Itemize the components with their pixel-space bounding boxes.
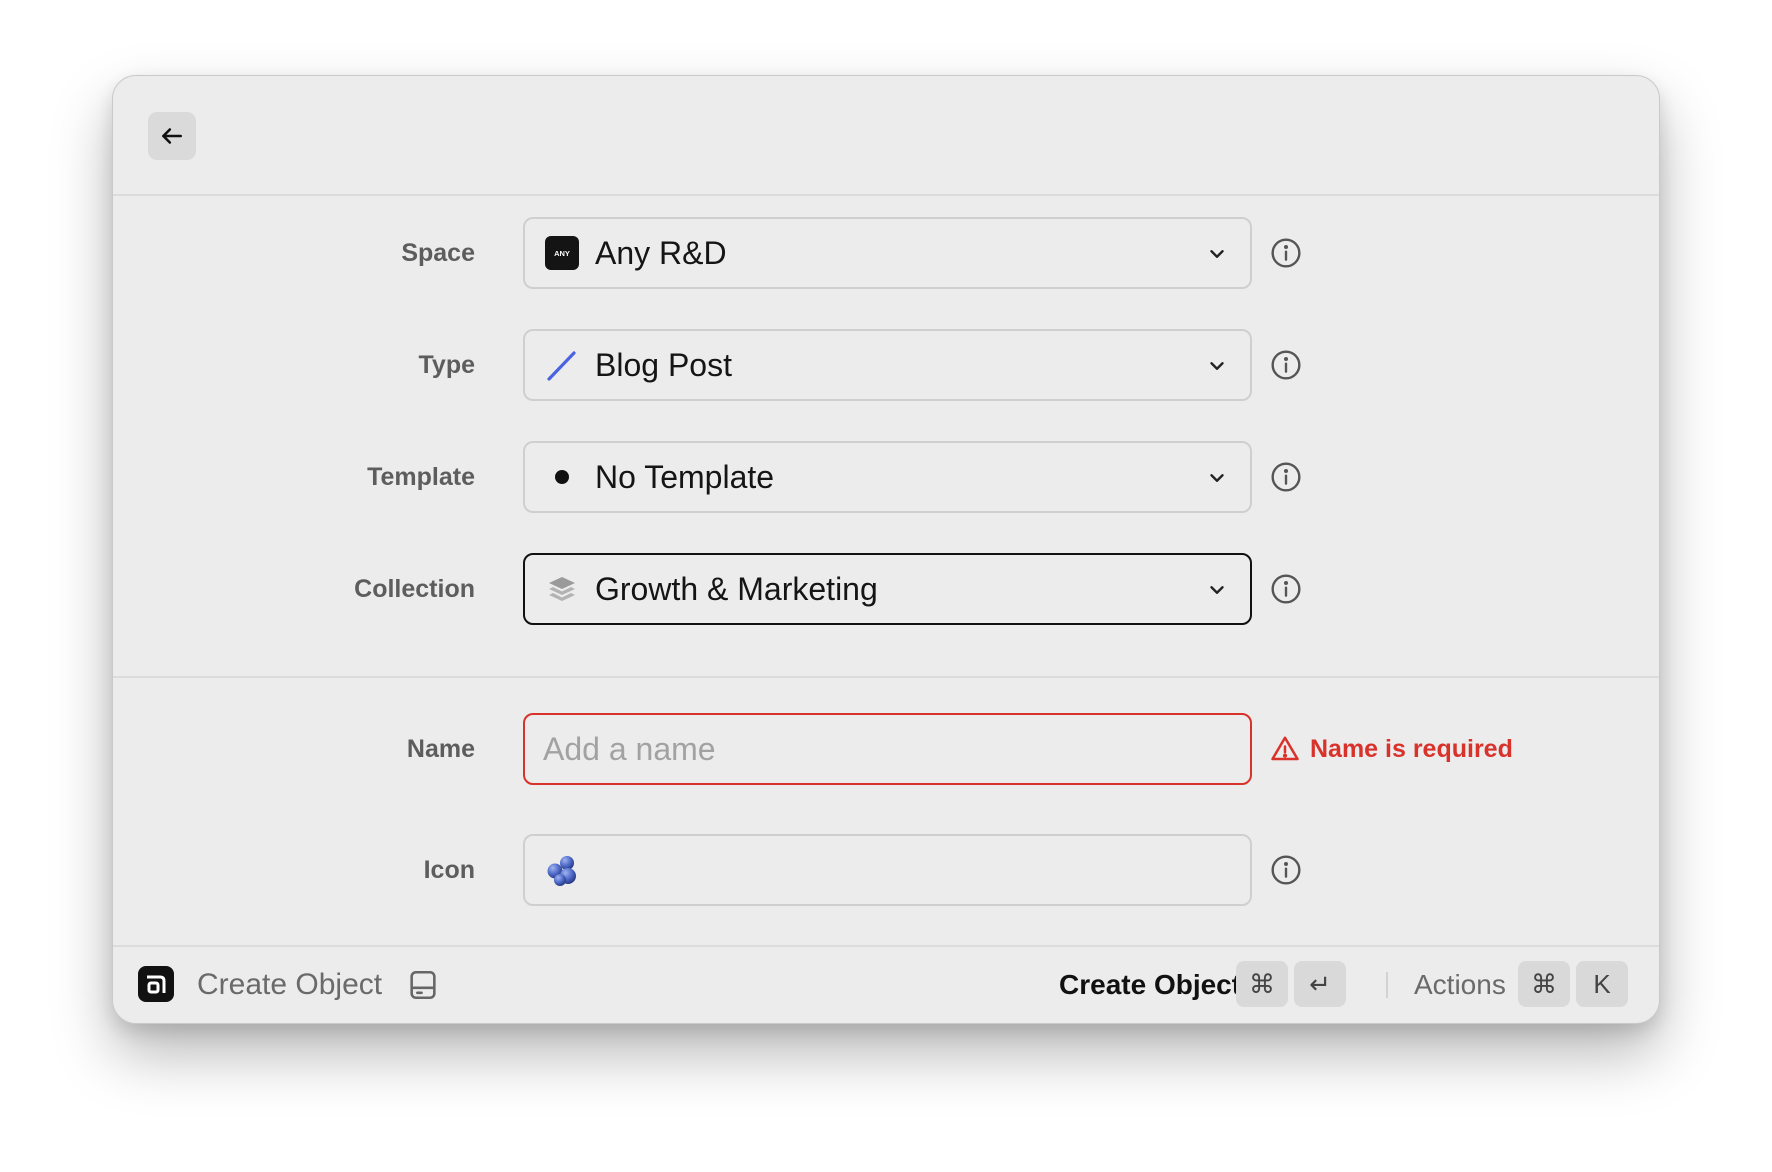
space-badge-text: ANY bbox=[554, 249, 570, 258]
arrow-left-icon bbox=[162, 128, 182, 144]
kbd-enter: ↵ bbox=[1294, 961, 1346, 1007]
template-row: Template No Template bbox=[113, 441, 1659, 513]
footer-separator bbox=[1386, 972, 1388, 998]
space-badge-icon: ANY bbox=[543, 234, 581, 272]
blueberries-icon bbox=[543, 851, 581, 889]
chevron-down-icon bbox=[1210, 586, 1224, 594]
info-icon[interactable] bbox=[1270, 349, 1302, 381]
create-object-button[interactable]: Create Object bbox=[1059, 947, 1241, 1023]
type-dropdown[interactable]: Blog Post bbox=[523, 329, 1252, 401]
layers-icon bbox=[543, 570, 581, 608]
chevron-down-icon bbox=[1210, 362, 1224, 370]
icon-row: Icon bbox=[113, 834, 1659, 906]
icon-picker[interactable] bbox=[523, 834, 1252, 906]
template-label: Template bbox=[367, 463, 475, 491]
collection-dropdown[interactable]: Growth & Marketing bbox=[523, 553, 1252, 625]
space-label: Space bbox=[401, 239, 475, 267]
footer-bar: Create Object Create Object ⌘ ↵ Actions … bbox=[113, 945, 1659, 1023]
info-icon[interactable] bbox=[1270, 461, 1302, 493]
name-error-text: Name is required bbox=[1310, 734, 1513, 763]
collection-row: Collection Growth & Marketing bbox=[113, 553, 1659, 625]
template-dropdown[interactable]: No Template bbox=[523, 441, 1252, 513]
chevron-down-icon bbox=[1210, 250, 1224, 258]
name-field[interactable] bbox=[523, 713, 1252, 785]
drive-icon bbox=[410, 970, 436, 1000]
header bbox=[113, 76, 1659, 196]
type-label: Type bbox=[418, 351, 476, 379]
actions-button[interactable]: Actions bbox=[1414, 947, 1506, 1023]
section-divider bbox=[113, 676, 1659, 678]
type-value: Blog Post bbox=[595, 346, 732, 383]
info-icon[interactable] bbox=[1270, 573, 1302, 605]
name-error: Name is required bbox=[1270, 713, 1513, 785]
pencil-icon bbox=[543, 346, 581, 384]
chevron-down-icon bbox=[1210, 474, 1224, 482]
space-dropdown[interactable]: ANY Any R&D bbox=[523, 217, 1252, 289]
template-value: No Template bbox=[595, 458, 775, 495]
space-value: Any R&D bbox=[595, 234, 727, 271]
create-object-window: Space ANY Any R&D Type Blog Post Templat… bbox=[112, 75, 1660, 1024]
name-row: Name Name is required bbox=[113, 713, 1659, 785]
app-logo-icon bbox=[138, 966, 174, 1002]
collection-value: Growth & Marketing bbox=[595, 570, 878, 607]
footer-title: Create Object bbox=[197, 968, 383, 1001]
collection-label: Collection bbox=[354, 575, 475, 603]
kbd-k: K bbox=[1576, 961, 1628, 1007]
dot-icon bbox=[543, 458, 581, 496]
type-row: Type Blog Post bbox=[113, 329, 1659, 401]
icon-label: Icon bbox=[423, 856, 475, 884]
name-input[interactable] bbox=[543, 715, 1250, 783]
info-icon[interactable] bbox=[1270, 854, 1302, 886]
name-label: Name bbox=[406, 735, 475, 763]
space-row: Space ANY Any R&D bbox=[113, 217, 1659, 289]
kbd-command: ⌘ bbox=[1236, 961, 1288, 1007]
warning-icon bbox=[1271, 736, 1299, 761]
info-icon[interactable] bbox=[1270, 237, 1302, 269]
kbd-command: ⌘ bbox=[1518, 961, 1570, 1007]
back-button[interactable] bbox=[148, 112, 196, 160]
